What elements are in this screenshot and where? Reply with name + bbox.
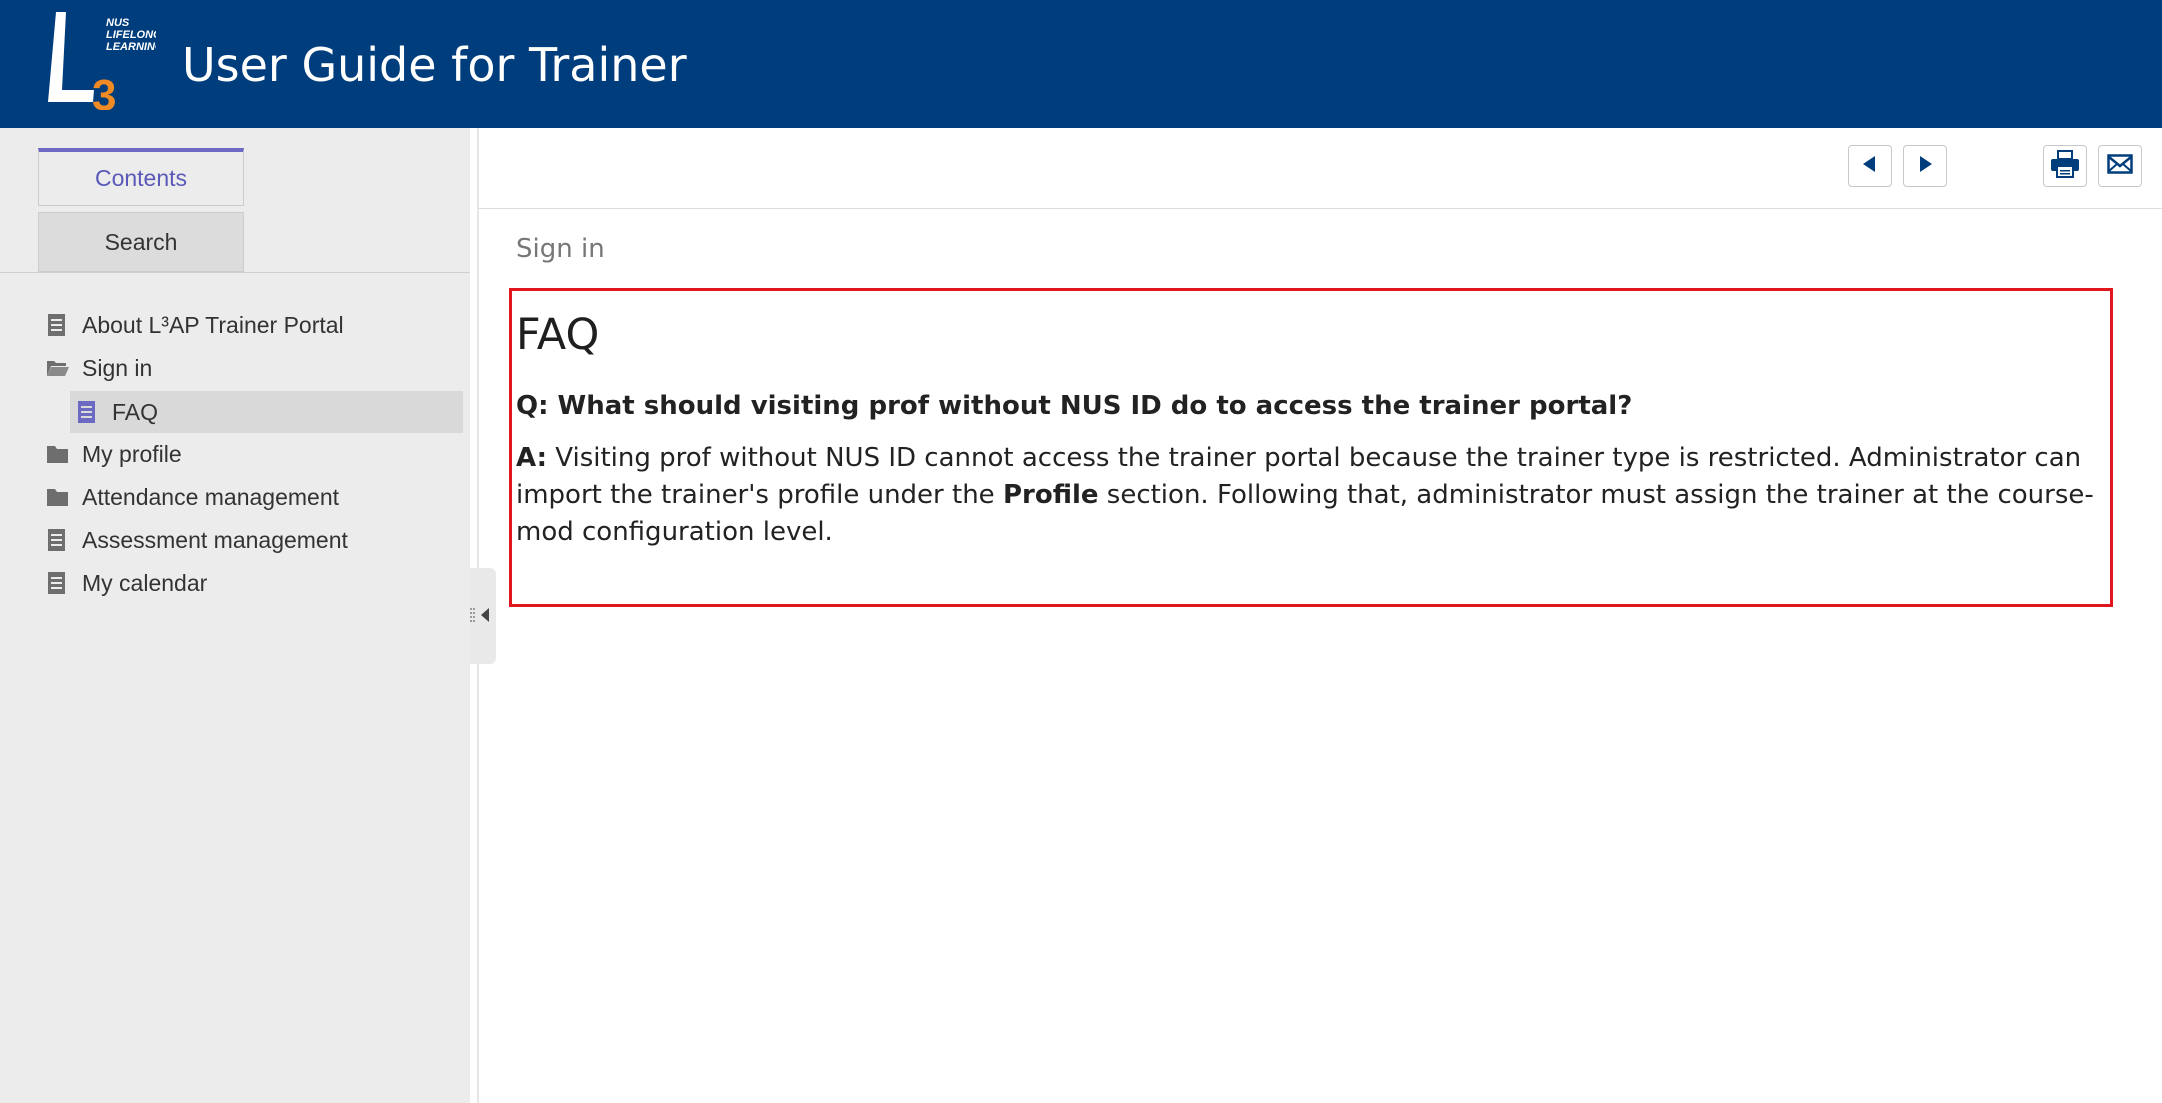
logo-org-line2: LIFELONG [106,29,156,41]
toc-item-label: About L³AP Trainer Portal [82,311,344,338]
grip-icon [470,608,475,622]
toc-item-label: Attendance management [82,483,340,510]
page-icon [46,313,68,337]
toc-item-label: My calendar [82,569,208,596]
nus-l3-logo: 3 NUS LIFELONG LEARNING [44,10,164,120]
answer-prefix: A: [516,443,548,473]
logo-org-line3: LEARNING [106,41,156,53]
page-icon [46,571,68,595]
help-page: 3 NUS LIFELONG LEARNING User Guide for T… [0,0,2162,1103]
collapse-arrow-icon [481,608,489,622]
folder-icon [46,442,68,466]
toolbar-divider [478,208,2162,209]
logo-superscript: 3 [92,71,116,110]
page-header-title: User Guide for Trainer [182,38,687,92]
sidebar-divider [0,272,470,273]
page-icon [46,528,68,552]
faq-question: Q: What should visiting prof without NUS… [516,391,1633,421]
print-button[interactable] [2043,145,2087,187]
page-title: FAQ [516,310,600,360]
answer-profile-term: Profile [1002,480,1099,510]
logo-org-line1: NUS [106,17,130,29]
previous-topic-button[interactable] [1848,145,1892,187]
folder-open-icon [46,356,69,380]
toc-item-faq[interactable]: FAQ [70,391,463,433]
email-button[interactable] [2098,145,2142,187]
toc-item-label: My profile [82,440,182,467]
toc-item-my-calendar[interactable]: My calendar [46,564,207,602]
page-icon [76,400,98,424]
envelope-icon [2107,153,2133,179]
toc-item-label: Assessment management [82,526,348,553]
triangle-right-icon [1915,154,1935,179]
toc-item-label: Sign in [82,354,153,381]
toc-item-label: FAQ [112,398,159,425]
faq-answer: A: Visiting prof without NUS ID cannot a… [516,440,2106,551]
toc-item-my-profile[interactable]: My profile [46,435,182,473]
printer-icon [2050,149,2080,183]
tab-contents[interactable]: Contents [38,148,244,206]
toc-item-sign-in[interactable]: Sign in [46,349,152,387]
tab-search[interactable]: Search [38,212,244,272]
header-bar: 3 NUS LIFELONG LEARNING User Guide for T… [0,0,2162,128]
folder-icon [46,485,68,509]
triangle-left-icon [1860,154,1880,179]
next-topic-button[interactable] [1903,145,1947,187]
toc-item-about[interactable]: About L³AP Trainer Portal [46,306,344,344]
toc-item-assessment-management[interactable]: Assessment management [46,521,348,559]
toc-item-attendance-management[interactable]: Attendance management [46,478,339,516]
breadcrumb[interactable]: Sign in [516,234,605,264]
sidebar-collapse-handle[interactable] [470,568,496,664]
sidebar: Contents Search About L³AP Trainer Porta… [0,128,470,1103]
